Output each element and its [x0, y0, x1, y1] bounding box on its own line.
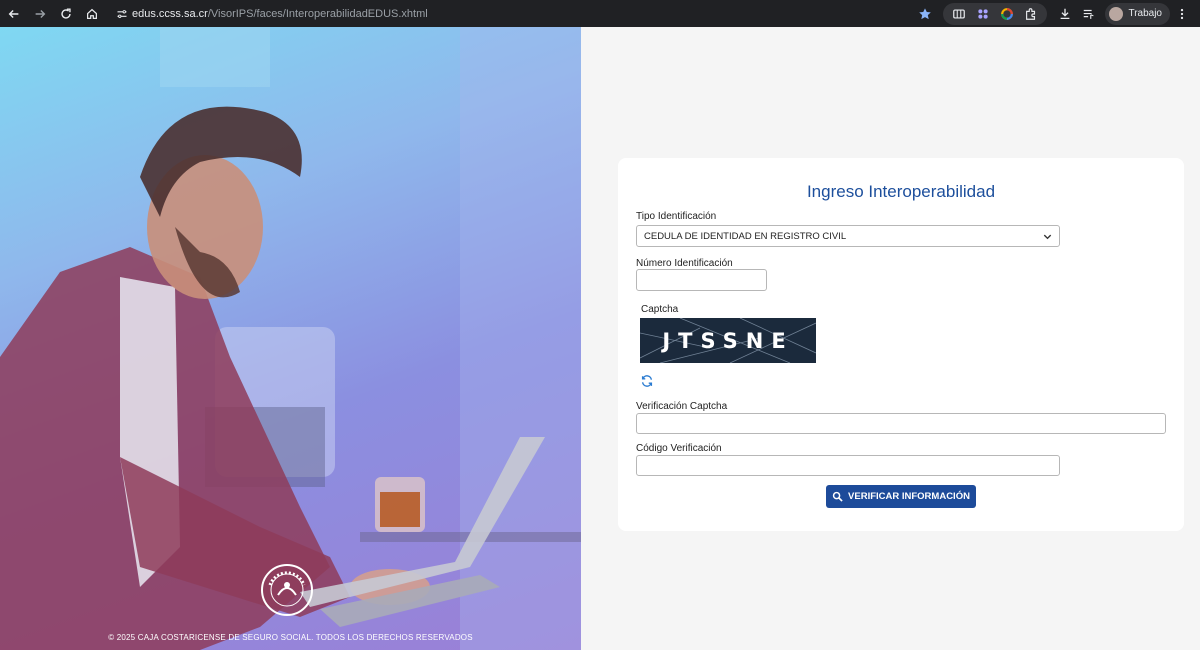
forward-button[interactable]: [28, 2, 52, 26]
arrow-right-icon: [35, 9, 46, 18]
site-settings-icon[interactable]: [112, 8, 132, 20]
verificacion-captcha-label: Verificación Captcha: [636, 401, 728, 412]
color-wheel-icon: [1001, 7, 1014, 20]
arrow-left-icon: [8, 9, 19, 18]
hero-photo: [0, 27, 581, 650]
captcha-image: JTSSNE: [640, 318, 816, 363]
tipo-identificacion-value: CEDULA DE IDENTIDAD EN REGISTRO CIVIL: [644, 230, 847, 242]
numero-identificacion-label: Número Identificación: [636, 258, 733, 269]
extension-tabs-button[interactable]: [947, 2, 971, 26]
reload-button[interactable]: [54, 2, 78, 26]
downloads-button[interactable]: [1053, 2, 1077, 26]
download-icon: [1061, 8, 1070, 19]
tipo-identificacion-label: Tipo Identificación: [636, 211, 717, 222]
home-icon: [87, 8, 97, 19]
star-icon: [919, 7, 932, 19]
captcha-text: JTSSNE: [662, 328, 794, 353]
profile-label: Trabajo: [1128, 8, 1162, 19]
codigo-verificacion-label: Código Verificación: [636, 443, 722, 454]
verificar-informacion-button[interactable]: VERIFICAR INFORMACIÓN: [826, 485, 976, 508]
puzzle-icon: [1026, 7, 1036, 20]
media-queue-icon: [1084, 9, 1095, 19]
home-button[interactable]: [80, 2, 104, 26]
browser-toolbar: edus.ccss.sa.cr/VisorIPS/faces/Interoper…: [0, 0, 1200, 27]
hero-panel: © 2025 CAJA COSTARICENSE DE SEGURO SOCIA…: [0, 27, 581, 650]
codigo-verificacion-input[interactable]: [636, 455, 1060, 476]
chevron-down-icon: [1043, 234, 1052, 240]
apps-icon: [978, 8, 989, 19]
verificacion-captcha-input[interactable]: [636, 413, 1166, 434]
copyright-footer: © 2025 CAJA COSTARICENSE DE SEGURO SOCIA…: [108, 633, 473, 642]
more-vertical-icon: [1180, 8, 1184, 19]
url-path: /VisorIPS/faces/InteroperabilidadEDUS.xh…: [207, 7, 428, 20]
profile-button[interactable]: Trabajo: [1105, 2, 1170, 25]
extensions-menu-button[interactable]: [1019, 2, 1043, 26]
tab-manager-icon: [953, 8, 966, 19]
extension-apps-button[interactable]: [971, 2, 995, 26]
interoperabilidad-form-card: Ingreso Interoperabilidad Tipo Identific…: [618, 158, 1184, 531]
search-icon: [832, 491, 843, 502]
reload-icon: [61, 7, 71, 19]
verificar-informacion-label: VERIFICAR INFORMACIÓN: [848, 491, 970, 502]
captcha-label: Captcha: [641, 304, 679, 315]
extension-color-button[interactable]: [995, 2, 1019, 26]
bookmark-star-button[interactable]: [913, 2, 937, 26]
extensions-group: [943, 2, 1048, 26]
back-button[interactable]: [2, 2, 26, 26]
address-bar[interactable]: edus.ccss.sa.cr/VisorIPS/faces/Interoper…: [112, 2, 428, 26]
url-host: edus.ccss.sa.cr: [132, 7, 208, 20]
seguro-social-seal-logo: [261, 564, 313, 616]
page-title: Ingreso Interoperabilidad: [806, 182, 996, 201]
refresh-captcha-icon[interactable]: [640, 374, 654, 388]
browser-menu-button[interactable]: [1170, 2, 1194, 26]
numero-identificacion-input[interactable]: [636, 269, 767, 291]
avatar: [1109, 6, 1124, 21]
tipo-identificacion-select[interactable]: CEDULA DE IDENTIDAD EN REGISTRO CIVIL: [636, 225, 1060, 247]
reading-list-button[interactable]: [1077, 2, 1101, 26]
